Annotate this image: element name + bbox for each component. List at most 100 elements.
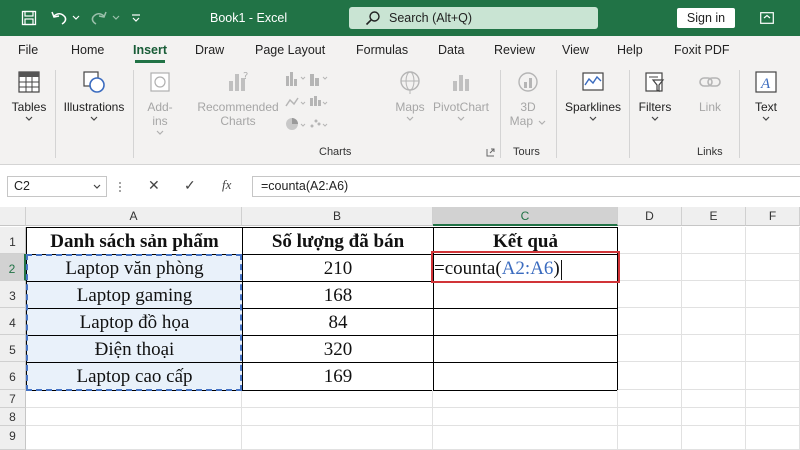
cell-d7[interactable] [618, 390, 682, 408]
more-options-icon[interactable] [118, 181, 122, 193]
cell-b7[interactable] [242, 390, 433, 408]
cell-f9[interactable] [746, 426, 800, 450]
row-header-5[interactable]: 5 [0, 335, 26, 362]
cell-c9[interactable] [433, 426, 618, 450]
tab-file[interactable]: File [18, 36, 38, 64]
cell-e1[interactable] [682, 227, 746, 254]
row-header-7[interactable]: 7 [0, 390, 26, 408]
formula-input[interactable]: =counta(A2:A6) [252, 176, 800, 197]
link-button[interactable]: Link [688, 66, 732, 114]
row-header-8[interactable]: 8 [0, 408, 26, 426]
worksheet-grid[interactable]: A B C D E F 1 2 3 4 5 6 7 8 9 Danh sách … [0, 207, 800, 450]
tab-review[interactable]: Review [494, 36, 535, 64]
cell-b8[interactable] [242, 408, 433, 426]
cell-f4[interactable] [746, 308, 800, 335]
cell-f1[interactable] [746, 227, 800, 254]
dialog-launcher-icon[interactable] [486, 148, 495, 157]
cell-a9[interactable] [26, 426, 242, 450]
enter-icon[interactable]: ✓ [184, 177, 196, 194]
tab-draw[interactable]: Draw [195, 36, 224, 64]
cell-a7[interactable] [26, 390, 242, 408]
cell-b5[interactable]: 320 [242, 335, 434, 363]
column-header-d[interactable]: D [618, 207, 682, 226]
cancel-icon[interactable]: ✕ [148, 177, 160, 194]
cell-b4[interactable]: 84 [242, 308, 434, 336]
cell-b2[interactable]: 210 [242, 254, 434, 282]
cell-b1[interactable]: Số lượng đã bán [242, 227, 434, 255]
row-header-6[interactable]: 6 [0, 362, 26, 390]
undo-dropdown-icon[interactable] [70, 0, 82, 36]
cell-f8[interactable] [746, 408, 800, 426]
tab-formulas[interactable]: Formulas [356, 36, 408, 64]
cell-e9[interactable] [682, 426, 746, 450]
cell-d9[interactable] [618, 426, 682, 450]
select-all-corner[interactable] [0, 207, 26, 226]
cell-b9[interactable] [242, 426, 433, 450]
cell-e5[interactable] [682, 335, 746, 362]
cell-d8[interactable] [618, 408, 682, 426]
column-header-f[interactable]: F [746, 207, 800, 226]
tables-button[interactable]: Tables [8, 66, 50, 121]
cell-d6[interactable] [618, 362, 682, 390]
cell-f7[interactable] [746, 390, 800, 408]
cell-c2[interactable]: =counta(A2:A6) [433, 254, 618, 282]
tab-help[interactable]: Help [617, 36, 643, 64]
redo-icon[interactable] [88, 0, 110, 36]
cell-a6[interactable]: Laptop cao cấp [26, 362, 243, 391]
customize-icon[interactable] [128, 0, 144, 36]
cell-c6[interactable] [433, 362, 618, 391]
recommended-charts-button[interactable]: ? Recommended Charts [193, 66, 283, 128]
name-box[interactable]: C2 [7, 176, 107, 197]
cell-b3[interactable]: 168 [242, 281, 434, 309]
cell-f3[interactable] [746, 281, 800, 308]
cell-e8[interactable] [682, 408, 746, 426]
text-button[interactable]: A Text [746, 66, 786, 121]
cell-e2[interactable] [682, 254, 746, 281]
cell-a4[interactable]: Laptop đồ họa [26, 308, 243, 336]
tab-view[interactable]: View [562, 36, 589, 64]
cell-a1[interactable]: Danh sách sản phẩm [26, 227, 243, 255]
column-header-b[interactable]: B [242, 207, 433, 226]
cell-c7[interactable] [433, 390, 618, 408]
column-header-c[interactable]: C [433, 207, 618, 226]
row-header-9[interactable]: 9 [0, 426, 26, 450]
cell-d1[interactable] [618, 227, 682, 254]
search-box[interactable]: Search (Alt+Q) [349, 7, 598, 29]
cell-e6[interactable] [682, 362, 746, 390]
tab-foxit-pdf[interactable]: Foxit PDF [674, 36, 730, 64]
cell-e4[interactable] [682, 308, 746, 335]
cell-a3[interactable]: Laptop gaming [26, 281, 243, 309]
pivotchart-button[interactable]: PivotChart [430, 66, 492, 121]
ribbon-display-icon[interactable] [758, 0, 776, 36]
cell-c3[interactable] [433, 281, 618, 309]
row-header-2[interactable]: 2 [0, 254, 26, 281]
cell-b6[interactable]: 169 [242, 362, 434, 391]
sign-in-button[interactable]: Sign in [677, 8, 735, 28]
cell-e3[interactable] [682, 281, 746, 308]
cell-c4[interactable] [433, 308, 618, 336]
cell-a8[interactable] [26, 408, 242, 426]
cell-f2[interactable] [746, 254, 800, 281]
cell-a5[interactable]: Điện thoại [26, 335, 243, 363]
maps-button[interactable]: Maps [388, 66, 432, 121]
row-header-3[interactable]: 3 [0, 281, 26, 308]
illustrations-button[interactable]: Illustrations [60, 66, 128, 121]
cell-f5[interactable] [746, 335, 800, 362]
add-ins-button[interactable]: Add- ins [140, 66, 180, 135]
cell-d4[interactable] [618, 308, 682, 335]
redo-dropdown-icon[interactable] [110, 0, 122, 36]
cell-a2[interactable]: Laptop văn phòng [26, 254, 243, 282]
cell-f6[interactable] [746, 362, 800, 390]
cell-d3[interactable] [618, 281, 682, 308]
save-icon[interactable] [18, 0, 40, 36]
cell-c5[interactable] [433, 335, 618, 363]
row-header-1[interactable]: 1 [0, 227, 26, 254]
tab-page-layout[interactable]: Page Layout [255, 36, 325, 64]
column-header-a[interactable]: A [26, 207, 242, 226]
undo-icon[interactable] [48, 0, 70, 36]
row-header-4[interactable]: 4 [0, 308, 26, 335]
cell-d2[interactable] [618, 254, 682, 281]
cell-c1[interactable]: Kết quả [433, 227, 618, 255]
cell-c8[interactable] [433, 408, 618, 426]
insert-function-icon[interactable]: fx [222, 177, 231, 193]
